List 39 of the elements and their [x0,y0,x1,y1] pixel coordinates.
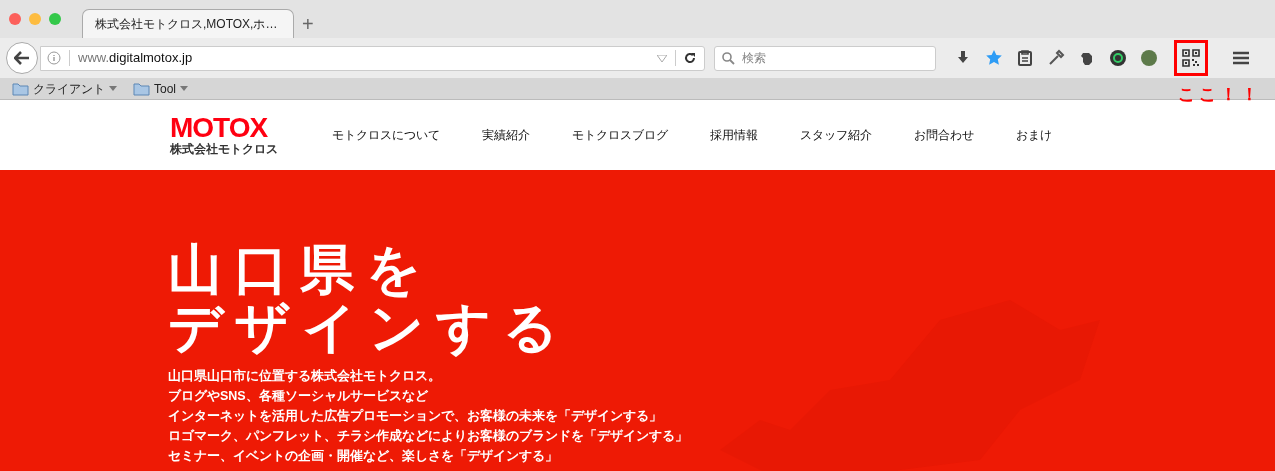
back-button[interactable] [6,42,38,74]
nav-link[interactable]: モトクロスについて [332,126,440,144]
nav-link[interactable]: スタッフ紹介 [800,126,872,144]
bookmark-folder[interactable]: クライアント [12,79,117,98]
clipboard-icon[interactable] [1016,49,1034,67]
star-icon[interactable] [985,49,1003,67]
url-text: www.digitalmotox.jp [78,49,193,68]
nav-link[interactable]: おまけ [1016,126,1052,144]
annotation-text: ここ！！ [1178,84,1262,106]
hero-text-line: インターネットを活用した広告プロモーションで、お客様の未来を「デザインする」 [168,407,663,425]
new-tab-button[interactable]: + [302,14,314,34]
nav-link[interactable]: 実績紹介 [482,126,530,144]
company-name: 株式会社モトクロス [170,141,279,157]
hero-title-line: デザインする [168,298,571,356]
folder-icon [12,81,29,96]
menu-icon[interactable] [1232,51,1250,65]
logo-text[interactable]: MOTOX [170,113,332,142]
eyedropper-icon[interactable] [1047,49,1065,67]
qr-code-icon[interactable] [1182,49,1200,67]
tab-title: 株式会社モトクロス,MOTOX,ホ… [95,16,278,33]
caret-icon [180,86,188,91]
back-arrow-icon [14,51,30,65]
bookmark-folder[interactable]: Tool [133,79,188,98]
search-icon [722,51,735,65]
nav-link[interactable]: 採用情報 [710,126,758,144]
browser-tab[interactable]: 株式会社モトクロス,MOTOX,ホ… [82,9,294,38]
search-field[interactable]: 検索 [714,45,936,71]
reload-icon[interactable] [684,52,696,64]
hero-text-line: セミナー、イベントの企画・開催など、楽しさを「デザインする」 [168,448,559,465]
hero-title-line: 山口県を [168,240,434,298]
url-field[interactable]: www.digitalmotox.jp [40,45,705,71]
color-wheel-icon[interactable] [1109,49,1127,67]
hero-text-line: ロゴマーク、パンフレット、チラシ作成などによりお客様のブランドを「デザインする」 [168,427,689,445]
folder-icon [133,81,150,96]
hero-text-line: 山口県山口市に位置する株式会社モトクロス。 [168,368,442,385]
caret-icon [109,86,117,91]
hero-text-line: ブログやSNS、各種ソーシャルサービスなど [168,388,429,405]
nav-link[interactable]: お問合わせ [914,126,974,144]
nav-link[interactable]: モトクロスブログ [572,126,668,144]
